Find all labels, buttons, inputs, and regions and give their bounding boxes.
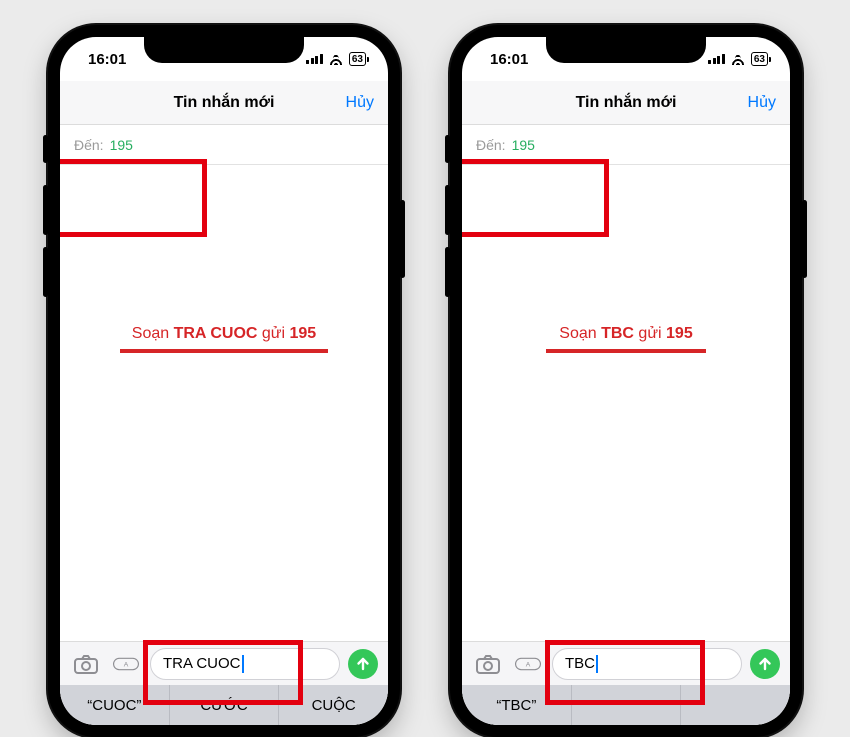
nav-bar: Tin nhắn mới Hủy (60, 81, 388, 125)
svg-text:A: A (526, 661, 531, 668)
side-button (43, 185, 48, 235)
highlight-box (60, 159, 207, 237)
page-title: Tin nhắn mới (576, 94, 677, 112)
recipient-label: Đến: (476, 137, 506, 153)
phone-mockup: 16:01 63 Tin nhắn mới Hủy Đến: 195 Soạn … (450, 25, 802, 737)
side-button (43, 247, 48, 297)
suggestion-item[interactable]: “CUOC” (60, 685, 170, 725)
compose-bar: A TRA CUOC (60, 641, 388, 685)
phone-mockup: 16:01 63 Tin nhắn mới Hủy Đến: 195 Soạn … (48, 25, 400, 737)
notch (546, 37, 706, 63)
highlight-box (462, 159, 609, 237)
message-input[interactable]: TRA CUOC (150, 648, 340, 680)
recipient-row[interactable]: Đến: 195 (60, 125, 388, 165)
side-button (445, 185, 450, 235)
screen: 16:01 63 Tin nhắn mới Hủy Đến: 195 Soạn … (462, 37, 790, 725)
message-input[interactable]: TBC (552, 648, 742, 680)
suggestion-item[interactable]: “TBC” (462, 685, 572, 725)
app-store-icon[interactable]: A (110, 650, 142, 678)
send-button[interactable] (750, 649, 780, 679)
app-store-icon[interactable]: A (512, 650, 544, 678)
battery-icon: 63 (349, 52, 366, 66)
notch (144, 37, 304, 63)
side-button (400, 200, 405, 278)
text-cursor (596, 655, 598, 673)
cancel-button[interactable]: Hủy (346, 81, 374, 124)
message-input-text: TBC (565, 655, 595, 672)
message-input-text: TRA CUOC (163, 655, 241, 672)
camera-icon[interactable] (472, 650, 504, 678)
side-button (445, 135, 450, 163)
side-button (43, 135, 48, 163)
wifi-icon (328, 53, 344, 65)
annotation-text: Soạn TRA CUOC gửi 195 (120, 325, 328, 353)
annotation-underline (546, 349, 706, 353)
text-cursor (242, 655, 244, 673)
suggestion-item[interactable]: CUỘC (279, 685, 388, 725)
cancel-button[interactable]: Hủy (748, 81, 776, 124)
svg-text:A: A (124, 661, 129, 668)
recipient-label: Đến: (74, 137, 104, 153)
status-time: 16:01 (88, 51, 126, 68)
side-button (802, 200, 807, 278)
compose-bar: A TBC (462, 641, 790, 685)
side-button (445, 247, 450, 297)
suggestion-item[interactable] (572, 685, 682, 725)
suggestion-item[interactable]: CƯỚC (170, 685, 280, 725)
send-button[interactable] (348, 649, 378, 679)
suggestion-item[interactable] (681, 685, 790, 725)
screen: 16:01 63 Tin nhắn mới Hủy Đến: 195 Soạn … (60, 37, 388, 725)
recipient-value: 195 (512, 137, 535, 153)
annotation-underline (120, 349, 328, 353)
status-time: 16:01 (490, 51, 528, 68)
wifi-icon (730, 53, 746, 65)
cellular-icon (306, 54, 323, 64)
keyboard-suggestions: “TBC” (462, 685, 790, 725)
recipient-row[interactable]: Đến: 195 (462, 125, 790, 165)
cellular-icon (708, 54, 725, 64)
keyboard-suggestions: “CUOC” CƯỚC CUỘC (60, 685, 388, 725)
message-area: Soạn TRA CUOC gửi 195 A TRA CUOC “CUOC” … (60, 165, 388, 725)
camera-icon[interactable] (70, 650, 102, 678)
annotation-text: Soạn TBC gửi 195 (546, 325, 706, 353)
recipient-value: 195 (110, 137, 133, 153)
page-title: Tin nhắn mới (174, 94, 275, 112)
battery-icon: 63 (751, 52, 768, 66)
message-area: Soạn TBC gửi 195 A TBC “TBC” (462, 165, 790, 725)
nav-bar: Tin nhắn mới Hủy (462, 81, 790, 125)
